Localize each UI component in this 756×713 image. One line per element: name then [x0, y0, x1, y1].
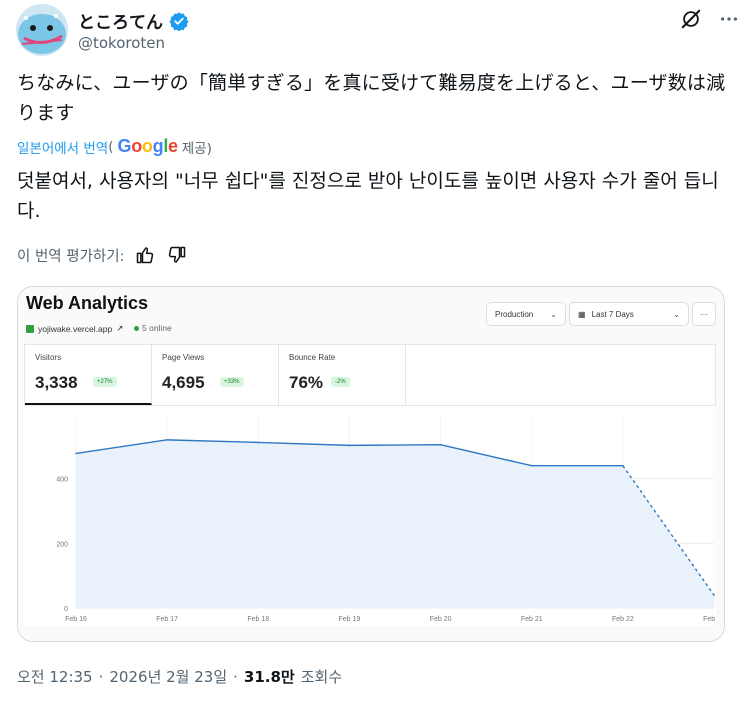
- post-meta: 오전 12:35 · 2026년 2월 23일 · 31.8만 조회수: [17, 666, 342, 687]
- avatar[interactable]: [16, 4, 68, 56]
- online-count: 5 online: [142, 323, 172, 333]
- data-point: [530, 464, 533, 467]
- media-card[interactable]: Web Analytics yojiwake.vercel.app ↗ 5 on…: [17, 286, 725, 642]
- site-name: yojiwake.vercel.app: [38, 323, 113, 334]
- data-point: [439, 443, 442, 446]
- metric-value: 76%: [289, 373, 324, 392]
- metrics-row: Visitors 3,338 +27% Page Views 4,695 +33…: [24, 344, 716, 406]
- metric-visitors: Visitors 3,338 +27%: [25, 345, 152, 405]
- metric-label: Bounce Rate: [289, 353, 336, 362]
- chevron-down-icon: ⌄: [550, 309, 557, 319]
- metric-change-badge: +33%: [220, 377, 244, 387]
- analytics-title: Web Analytics: [26, 293, 149, 313]
- site-link: yojiwake.vercel.app ↗: [26, 323, 123, 334]
- paren-open: (: [108, 138, 114, 155]
- external-link-icon: ↗: [116, 323, 124, 333]
- post-header: ところてん @tokoroten: [16, 4, 740, 60]
- name-line: ところてん: [78, 8, 189, 33]
- metric-bounce-rate: Bounce Rate 76% -2%: [279, 345, 406, 405]
- handle[interactable]: @tokoroten: [78, 34, 165, 52]
- online-status: 5 online: [134, 323, 172, 333]
- display-name[interactable]: ところてん: [78, 8, 163, 33]
- provided-suffix: 제공): [181, 140, 212, 157]
- avatar-illustration: [16, 4, 68, 56]
- environment-value: Production: [495, 309, 534, 319]
- post-date[interactable]: 2026년 2월 23일: [109, 666, 227, 687]
- metric-change-badge: -2%: [331, 377, 350, 387]
- date-range-select: ▦ Last 7 Days ⌄: [569, 302, 689, 326]
- x-tick-label: Feb 21: [521, 616, 543, 623]
- view-count-label: 조회수: [300, 668, 343, 686]
- metric-value: 4,695: [162, 373, 205, 392]
- meta-separator: ·: [233, 667, 238, 686]
- meta-separator: ·: [98, 667, 104, 686]
- analytics-screenshot: Web Analytics yojiwake.vercel.app ↗ 5 on…: [18, 287, 724, 641]
- view-count: 31.8만: [243, 668, 295, 686]
- site-favicon-icon: [26, 324, 34, 333]
- translation-source-link[interactable]: 일본어에서 번역: [17, 137, 108, 157]
- data-point: [348, 444, 351, 447]
- y-tick-label: 400: [56, 477, 68, 484]
- data-point: [257, 441, 260, 444]
- rate-translation: 이 번역 평가하기:: [17, 244, 188, 266]
- x-tick-label: Feb 17: [156, 616, 178, 623]
- x-tick-label: Feb 20: [430, 616, 452, 623]
- rate-label: 이 번역 평가하기:: [17, 248, 125, 265]
- metric-label: Page Views: [162, 353, 205, 362]
- metric-label: Visitors: [35, 353, 62, 362]
- data-point: [166, 439, 168, 441]
- visitors-chart: 0 200 400 Feb 16 Feb 17 Feb 18 Feb 19 Feb 20 Feb…: [24, 406, 716, 626]
- post-text: ちなみに、ユーザの「簡単すぎる」を真に受けて難易度を上げると、ユーザ数は減ります: [17, 72, 726, 124]
- verified-badge-icon[interactable]: [169, 11, 189, 31]
- more-options-icon: ···: [700, 309, 708, 319]
- environment-select: Production ⌄: [486, 302, 566, 326]
- metric-value: 3,338: [35, 373, 78, 392]
- translation-attribution: 일본어에서 번역 ( Google 제공): [17, 136, 212, 157]
- thumbs-up-icon[interactable]: [134, 244, 156, 266]
- thumbs-down-icon[interactable]: [166, 244, 188, 266]
- header-actions: [680, 8, 740, 30]
- x-tick-label: Feb 19: [339, 616, 361, 623]
- data-point: [622, 464, 624, 467]
- x-tick-label: Feb 16: [65, 616, 87, 623]
- post-time[interactable]: 오전 12:35: [17, 666, 93, 687]
- metric-change-badge: +27%: [93, 377, 117, 387]
- more-icon[interactable]: [718, 8, 740, 30]
- translated-text: 덧붙여서, 사용자의 "너무 쉽다"를 진정으로 받아 난이도를 높이면 사용자…: [17, 170, 719, 222]
- metric-page-views: Page Views 4,695 +33%: [152, 345, 279, 405]
- chevron-down-icon: ⌄: [673, 309, 680, 319]
- x-tick-label: Feb 23: [703, 616, 716, 623]
- grok-icon[interactable]: [680, 8, 702, 30]
- chart-svg: 0 200 400 Feb 16 Feb 17 Feb 18 Feb 19 Feb 20 Feb…: [56, 414, 716, 623]
- x-tick-label: Feb 22: [612, 616, 634, 623]
- online-dot-icon: [134, 325, 139, 331]
- calendar-icon: ▦: [578, 309, 586, 319]
- y-tick-label: 200: [56, 541, 68, 548]
- data-point: [713, 594, 715, 596]
- date-range-value: Last 7 Days: [591, 309, 634, 319]
- google-logo: Google: [117, 136, 179, 156]
- x-tick-label: Feb 18: [247, 616, 269, 623]
- more-options-button: ···: [692, 302, 716, 326]
- data-point: [75, 452, 77, 455]
- y-tick-label: 0: [64, 606, 68, 613]
